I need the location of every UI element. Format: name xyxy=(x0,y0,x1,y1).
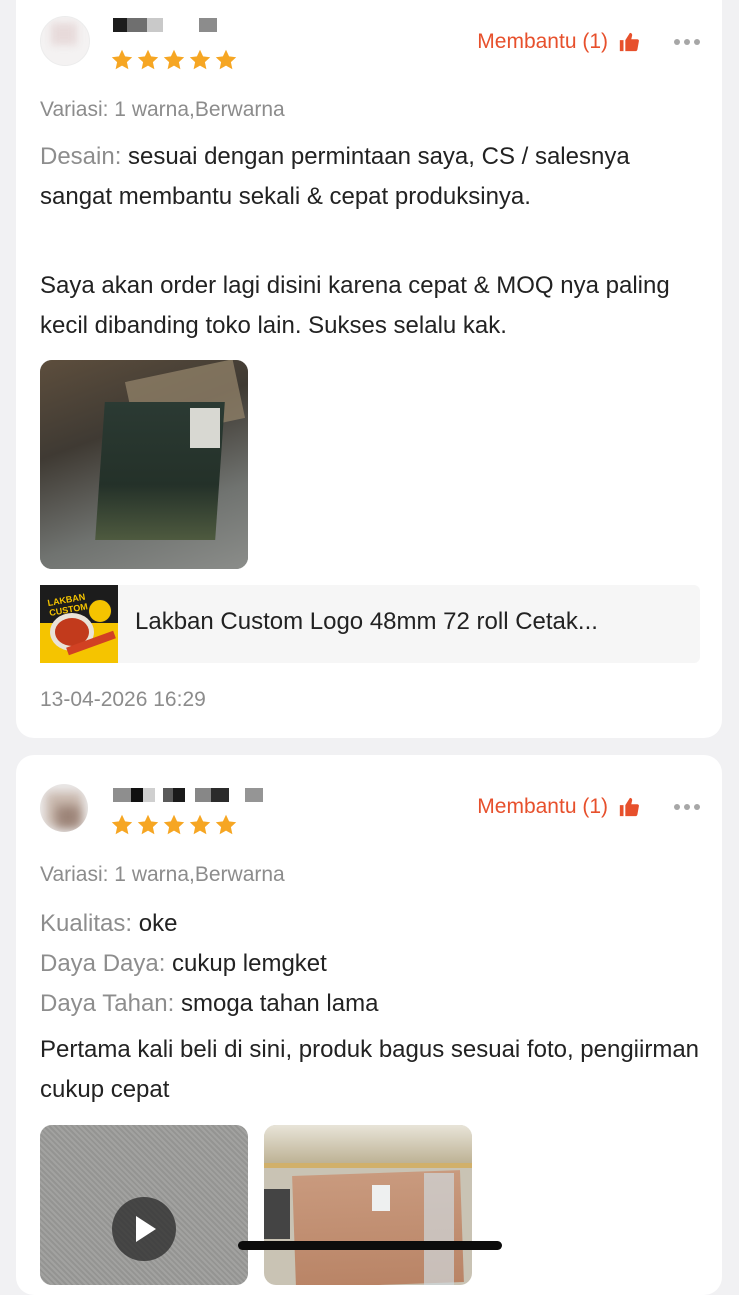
rating-stars xyxy=(110,48,238,72)
helpful-button[interactable]: Membantu (1) xyxy=(477,795,640,819)
review-card: Membantu (1) Variasi: 1 warna,Berwarna D… xyxy=(16,0,722,738)
review-attribute: Desain: sesuai dengan permintaan saya, C… xyxy=(40,137,700,217)
thumbs-up-icon xyxy=(619,32,639,52)
helpful-label: Membantu (1) xyxy=(477,795,608,818)
star-icon xyxy=(189,49,211,70)
reviewer-avatar[interactable] xyxy=(40,784,88,832)
review-comment: Pertama kali beli di sini, produk bagus … xyxy=(40,1036,700,1103)
play-button[interactable] xyxy=(112,1197,176,1261)
star-icon xyxy=(215,814,237,835)
review-photo[interactable] xyxy=(40,360,248,569)
star-icon xyxy=(137,49,159,70)
review-attribute: Kualitas: oke xyxy=(40,904,700,944)
attribute-value: sesuai dengan permintaan saya, CS / sale… xyxy=(40,143,630,210)
star-icon xyxy=(189,814,211,835)
product-name: Lakban Custom Logo 48mm 72 roll Cetak... xyxy=(135,608,598,635)
attribute-label: Desain: xyxy=(40,143,122,170)
star-icon xyxy=(215,49,237,70)
helpful-button[interactable]: Membantu (1) xyxy=(477,30,640,54)
variant-info: Variasi: 1 warna,Berwarna xyxy=(40,863,285,886)
review-video[interactable] xyxy=(40,1125,248,1285)
attribute-label: Daya Daya: xyxy=(40,950,166,977)
more-options-button[interactable] xyxy=(674,39,700,45)
more-dots-icon xyxy=(674,39,680,45)
reviewer-name-masked xyxy=(113,788,263,802)
reviewer-avatar[interactable] xyxy=(40,16,90,66)
attribute-label: Daya Tahan: xyxy=(40,990,175,1017)
attribute-value: oke xyxy=(132,910,178,937)
review-attribute: Daya Tahan: smoga tahan lama xyxy=(40,984,700,1024)
review-comment: Saya akan order lagi disini karena cepat… xyxy=(40,272,670,339)
review-card: Membantu (1) Variasi: 1 warna,Berwarna K… xyxy=(16,755,722,1295)
rating-stars xyxy=(110,813,238,837)
play-icon xyxy=(136,1216,156,1242)
review-photo[interactable] xyxy=(264,1125,472,1285)
more-options-button[interactable] xyxy=(674,804,700,810)
star-icon xyxy=(137,814,159,835)
reviewer-name-masked xyxy=(113,18,217,32)
star-icon xyxy=(163,814,185,835)
product-link[interactable]: LAKBAN CUSTOM Lakban Custom Logo 48mm 72… xyxy=(40,585,700,663)
star-icon xyxy=(111,814,133,835)
thumbs-up-icon xyxy=(619,797,639,817)
variant-info: Variasi: 1 warna,Berwarna xyxy=(40,98,285,121)
review-date: 13-04-2026 16:29 xyxy=(40,688,206,711)
attribute-value: cukup lemgket xyxy=(165,950,327,977)
more-dots-icon xyxy=(674,804,680,810)
star-icon xyxy=(163,49,185,70)
star-icon xyxy=(111,49,133,70)
review-attribute: Daya Daya: cukup lemgket xyxy=(40,944,700,984)
helpful-label: Membantu (1) xyxy=(477,30,608,53)
product-thumbnail: LAKBAN CUSTOM xyxy=(40,585,118,663)
attribute-label: Kualitas: xyxy=(40,910,133,937)
home-indicator[interactable] xyxy=(238,1241,502,1250)
attribute-value: smoga tahan lama xyxy=(174,990,379,1017)
